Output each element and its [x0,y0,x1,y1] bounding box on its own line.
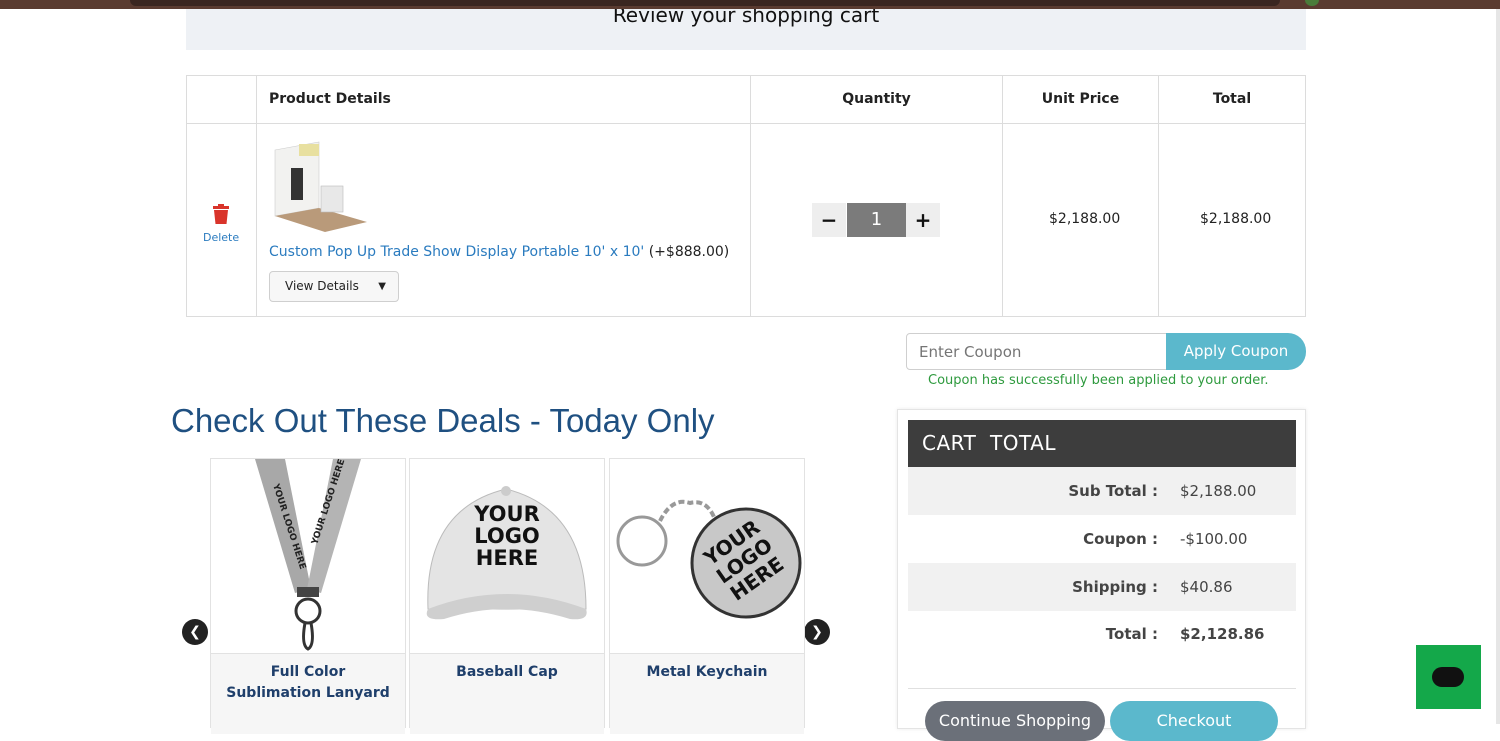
header-unit-price: Unit Price [1041,91,1120,107]
subtotal-value: $2,188.00 [1180,482,1257,500]
product-thumbnail[interactable] [269,138,369,232]
deal-caption: Baseball Cap [410,653,604,734]
page-title: Review your shopping cart [612,9,880,27]
panel-divider [908,688,1296,689]
cap-image: YOUR LOGO HERE [410,459,604,653]
total-value: $2,128.86 [1180,625,1265,643]
cap-logo-text: HERE [476,546,538,570]
arrow-right-icon[interactable]: ❯ [804,619,830,645]
deal-name[interactable]: Full Color Sublimation Lanyard [211,662,405,704]
total-row: Total : $2,128.86 [908,610,1296,658]
checkout-button[interactable]: Checkout [1110,701,1278,741]
unit-price-value: $2,188.00 [1049,211,1121,227]
shipping-value: $40.86 [1180,578,1233,596]
deals-heading: Check Out These Deals - Today Only [171,402,715,439]
quantity-increase-button[interactable]: + [906,203,940,237]
deal-card-lanyard[interactable]: YOUR LOGO HERE YOUR LOGO HERE Full Color… [210,458,406,734]
quantity-decrease-button[interactable]: − [812,203,846,237]
row-total-value: $2,188.00 [1200,211,1272,227]
chevron-down-icon: ▼ [378,281,386,292]
continue-shopping-button[interactable]: Continue Shopping [925,701,1105,741]
browser-top-strip [0,0,1500,9]
view-details-dropdown[interactable]: View Details ▼ [269,271,399,302]
delete-link[interactable]: Delete [203,231,239,244]
view-details-label: View Details [285,279,359,293]
header-quantity: Quantity [842,91,911,107]
review-banner: Review your shopping cart [186,9,1306,50]
header-product-details: Product Details [269,91,391,107]
chat-icon [1432,667,1464,687]
browser-status-dot [1305,0,1319,6]
cap-logo-text: YOUR [473,502,540,526]
subtotal-label: Sub Total : [1068,482,1158,500]
scrollbar[interactable] [1496,9,1500,724]
browser-tab-strip [130,0,1280,6]
subtotal-row: Sub Total : $2,188.00 [908,467,1296,515]
shipping-row: Shipping : $40.86 [908,563,1296,611]
coupon-success-message: Coupon has successfully been applied to … [928,373,1269,388]
product-title-link[interactable]: Custom Pop Up Trade Show Display Portabl… [269,244,729,260]
chat-button[interactable] [1416,645,1481,709]
cart-total-panel: CART TOTAL Sub Total : $2,188.00 Coupon … [897,409,1306,741]
header-divider [187,123,1305,124]
header-total: Total [1212,91,1252,107]
column-divider [256,76,257,316]
deal-caption: Metal Keychain [610,653,804,734]
coupon-row: Coupon : -$100.00 [908,515,1296,563]
deal-card-keychain[interactable]: YOUR LOGO HERE Metal Keychain [609,458,805,734]
deal-name-line: Sublimation Lanyard [226,685,390,701]
deal-card-cap[interactable]: YOUR LOGO HERE Baseball Cap [409,458,605,734]
total-label: Total : [1105,625,1158,643]
apply-coupon-button[interactable]: Apply Coupon [1166,333,1306,370]
lanyard-image: YOUR LOGO HERE YOUR LOGO HERE [211,459,405,653]
deal-name-line: Full Color [270,664,346,680]
arrow-left-icon[interactable]: ❮ [182,619,208,645]
coupon-value: -$100.00 [1180,530,1248,548]
coupon-label: Coupon : [1083,530,1158,548]
product-name[interactable]: Custom Pop Up Trade Show Display Portabl… [269,244,644,260]
deal-name[interactable]: Baseball Cap [410,662,604,683]
cart-total-heading: CART TOTAL [908,420,1296,467]
deal-name[interactable]: Metal Keychain [610,662,804,683]
quantity-input[interactable]: 1 [847,203,906,237]
shipping-label: Shipping : [1072,578,1158,596]
deal-caption: Full Color Sublimation Lanyard [211,653,405,734]
cap-logo-text: LOGO [474,524,540,548]
keychain-image: YOUR LOGO HERE [610,459,804,653]
trash-icon[interactable] [212,204,230,224]
coupon-input[interactable] [906,333,1168,370]
product-price-extra: (+$888.00) [644,244,730,260]
cart-table: Product Details Quantity Unit Price Tota… [186,75,1306,317]
